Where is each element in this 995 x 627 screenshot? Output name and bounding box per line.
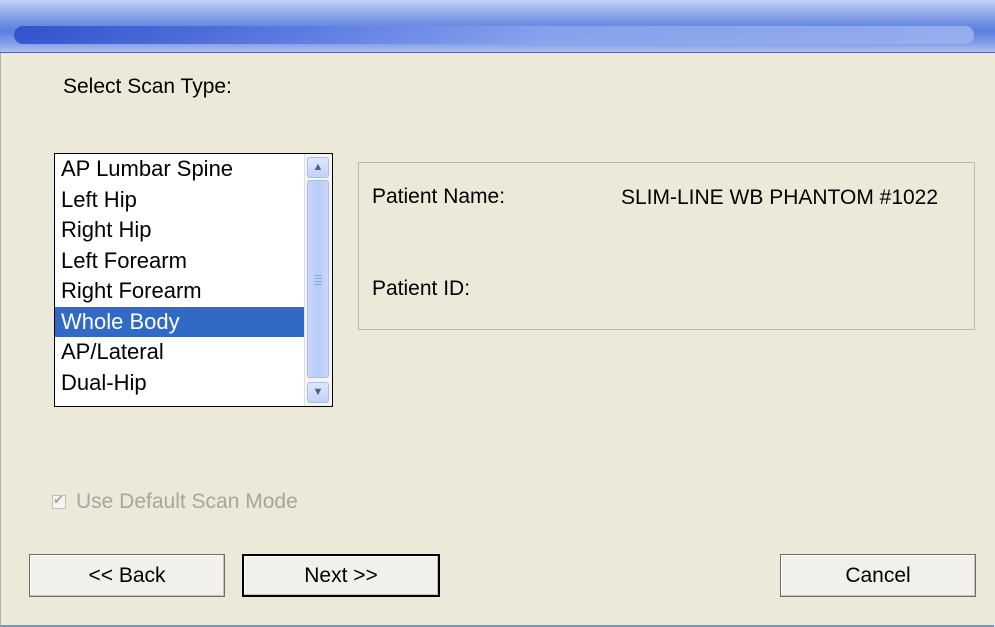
list-item-whole-body[interactable]: Whole Body bbox=[55, 306, 304, 337]
listbox-scrollbar[interactable]: ▲ ▼ bbox=[304, 154, 332, 406]
next-button[interactable]: Next >> bbox=[242, 554, 440, 597]
cancel-button[interactable]: Cancel bbox=[780, 554, 976, 597]
checkmark-icon[interactable] bbox=[52, 492, 66, 509]
use-default-scan-mode-label: Use Default Scan Mode bbox=[76, 490, 298, 513]
list-item-left-forearm[interactable]: Left Forearm bbox=[55, 246, 304, 277]
scroll-up-arrow-icon[interactable]: ▲ bbox=[307, 157, 329, 178]
thumb-grip-line bbox=[314, 281, 322, 282]
patient-name-value: SLIM-LINE WB PHANTOM #1022 bbox=[621, 186, 939, 209]
select-scan-type-heading: Select Scan Type: bbox=[63, 75, 232, 98]
patient-name-label: Patient Name: bbox=[372, 185, 506, 208]
scrollbar-thumb[interactable] bbox=[307, 180, 329, 378]
list-item-ap-lumbar-spine[interactable]: AP Lumbar Spine bbox=[55, 154, 304, 185]
scan-type-listbox[interactable]: AP Lumbar Spine Left Hip Right Hip Left … bbox=[54, 153, 333, 407]
patient-id-label: Patient ID: bbox=[372, 277, 471, 300]
list-item-ap-lateral[interactable]: AP/Lateral bbox=[55, 337, 304, 368]
title-bar-highlight bbox=[14, 26, 974, 44]
scroll-down-arrow-icon[interactable]: ▼ bbox=[307, 382, 329, 403]
list-item-right-hip[interactable]: Right Hip bbox=[55, 215, 304, 246]
list-item-dual-hip[interactable]: Dual-Hip bbox=[55, 368, 304, 399]
list-item-left-hip[interactable]: Left Hip bbox=[55, 185, 304, 216]
list-item-right-forearm[interactable]: Right Forearm bbox=[55, 276, 304, 307]
back-button[interactable]: << Back bbox=[29, 554, 225, 597]
title-bar[interactable] bbox=[0, 0, 995, 53]
thumb-grip-line bbox=[314, 275, 322, 276]
patient-info-panel: Patient Name: SLIM-LINE WB PHANTOM #1022… bbox=[358, 162, 975, 330]
thumb-grip-line bbox=[314, 284, 322, 285]
thumb-grip-line bbox=[314, 278, 322, 279]
use-default-scan-mode-option[interactable]: Use Default Scan Mode bbox=[52, 490, 298, 514]
scan-type-list-items: AP Lumbar Spine Left Hip Right Hip Left … bbox=[55, 154, 304, 398]
